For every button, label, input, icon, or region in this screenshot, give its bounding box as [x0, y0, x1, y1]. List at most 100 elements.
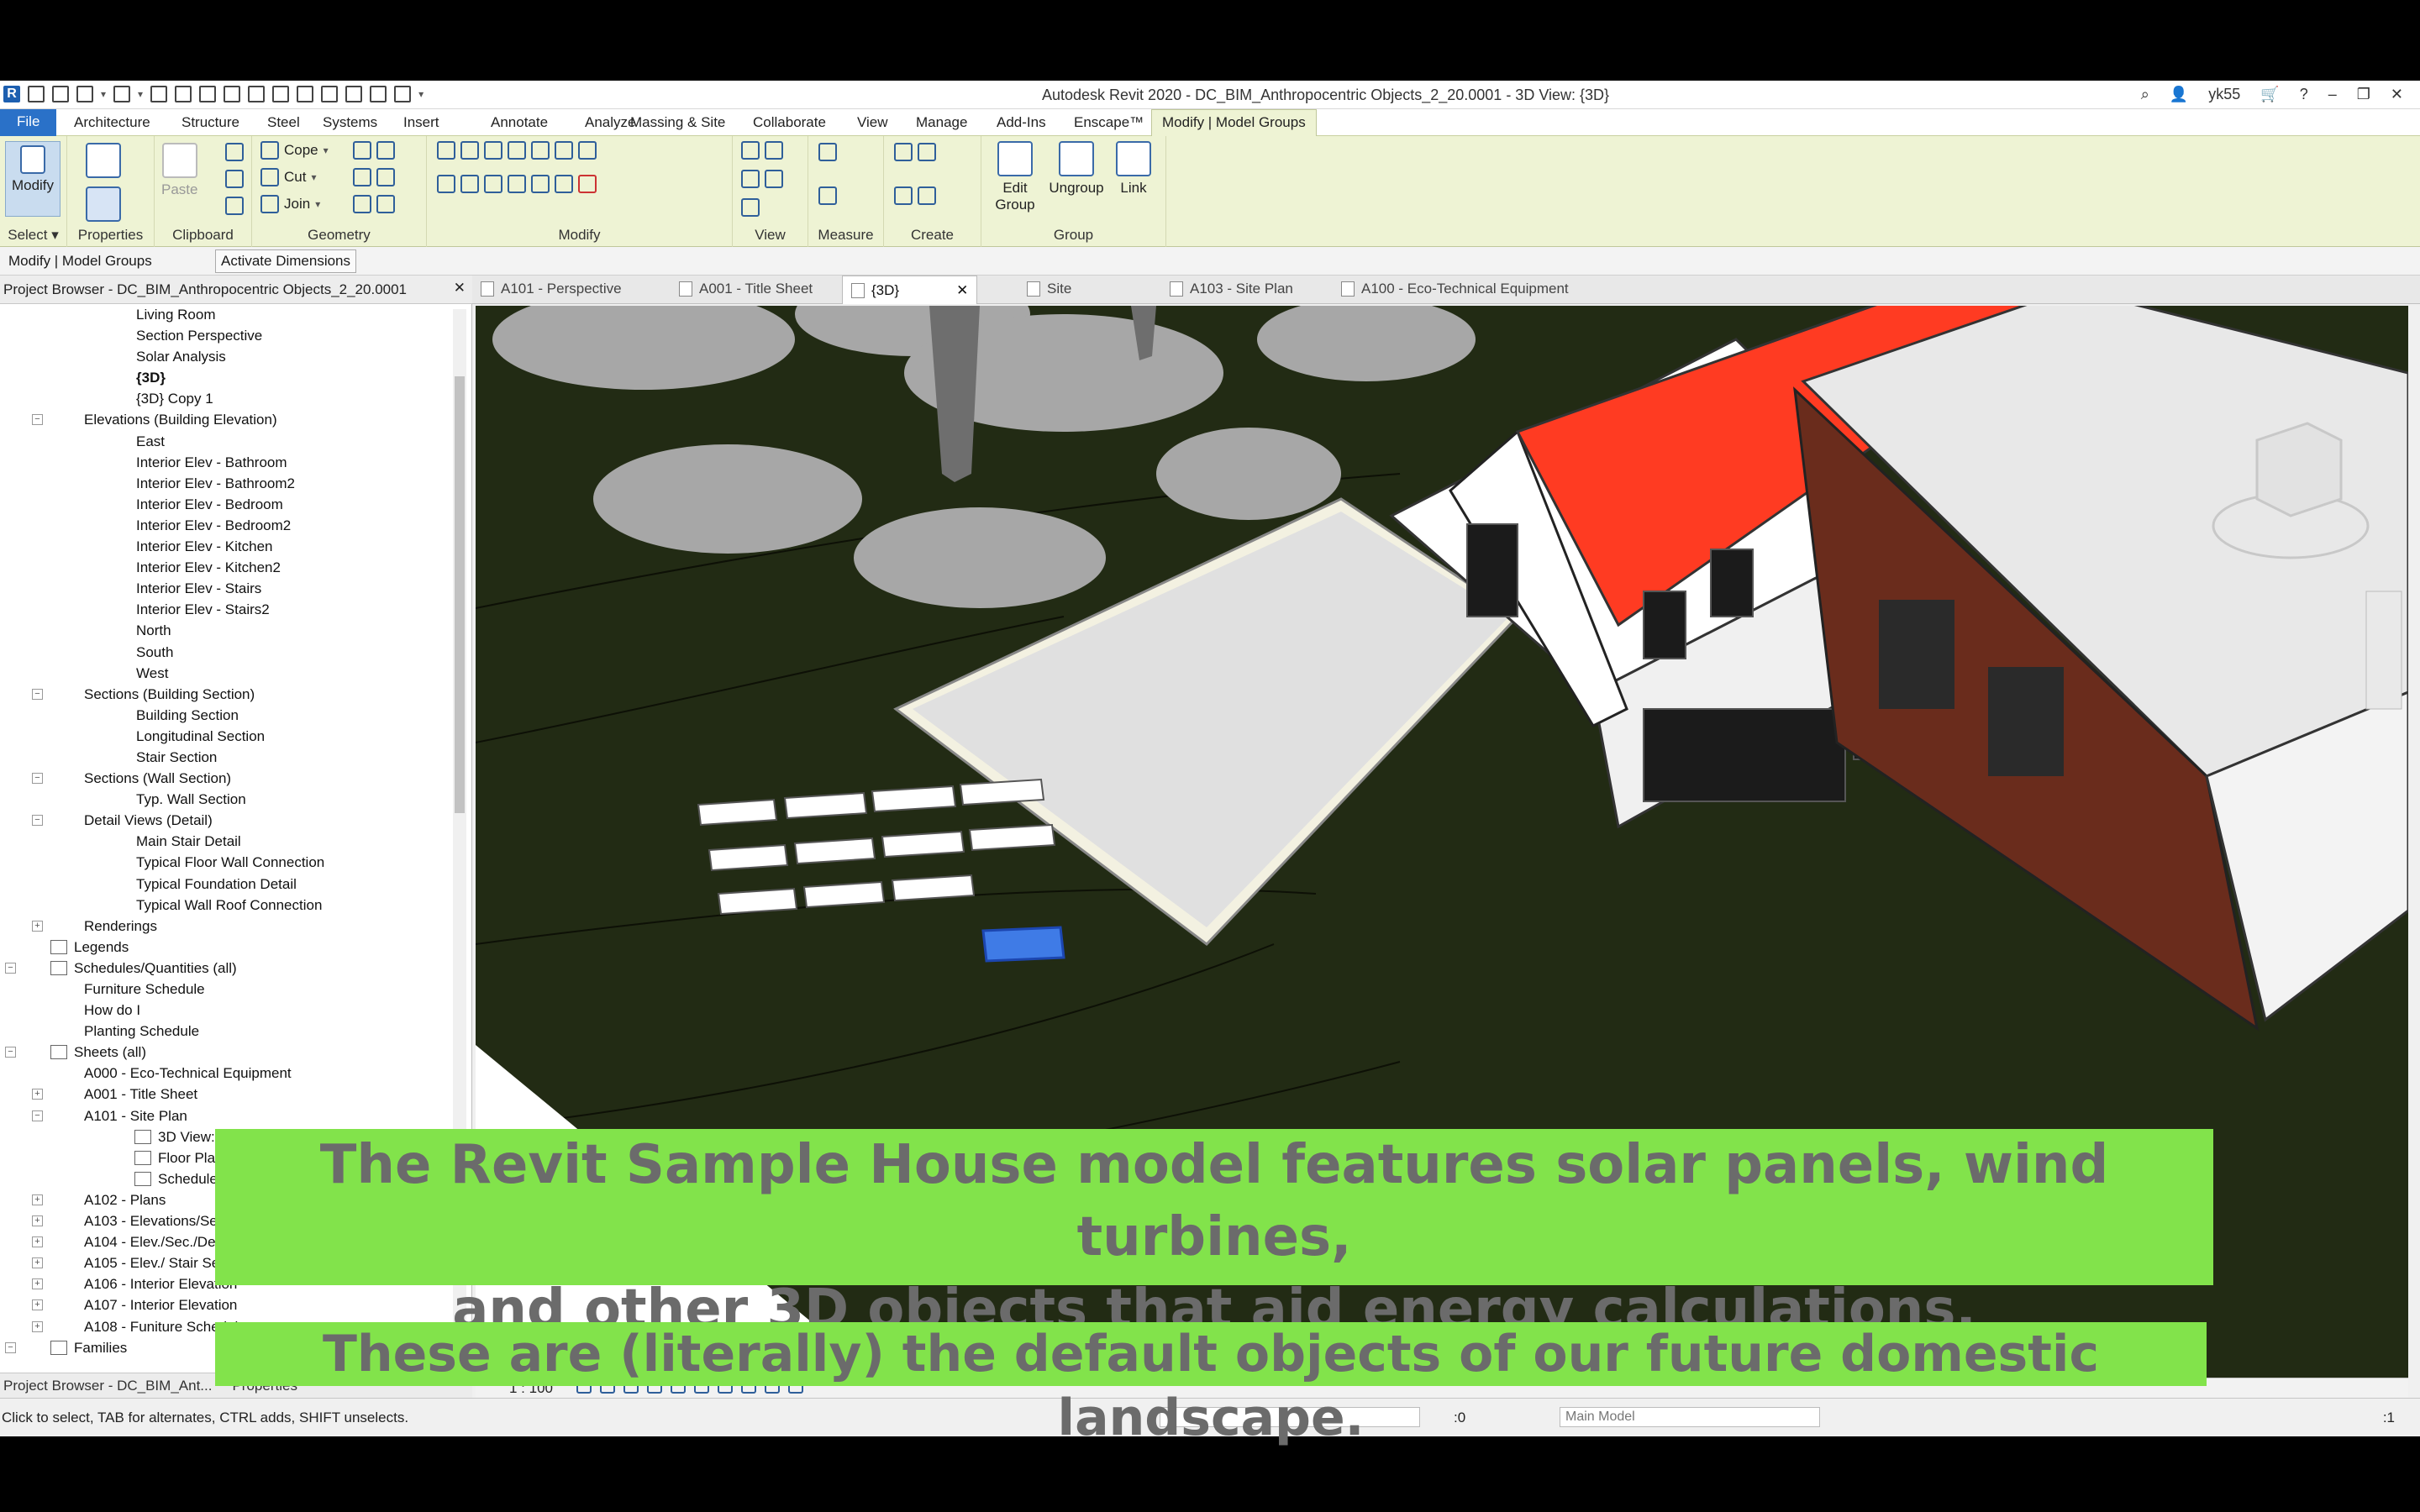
help-icon[interactable]: ?: [2300, 86, 2308, 103]
tree-item[interactable]: Stair Section: [0, 747, 450, 768]
cut-clipboard-button[interactable]: [225, 143, 244, 161]
expand-icon[interactable]: +: [32, 1215, 43, 1227]
collapse-icon[interactable]: −: [32, 414, 43, 426]
tree-item[interactable]: Typical Floor Wall Connection: [0, 852, 450, 873]
cart-icon[interactable]: 🛒: [2260, 86, 2279, 103]
cope-button[interactable]: Cope ▾: [260, 141, 329, 160]
properties-button[interactable]: [86, 186, 121, 225]
tree-item[interactable]: Interior Elev - Bedroom: [0, 494, 450, 515]
tree-item[interactable]: − Detail Views (Detail): [0, 810, 450, 831]
search-icon[interactable]: ⌕: [2141, 86, 2149, 103]
restore-icon[interactable]: ❐: [2357, 86, 2370, 103]
print-icon[interactable]: [175, 86, 192, 102]
minimize-icon[interactable]: –: [2328, 86, 2337, 103]
view-tool-2[interactable]: [741, 170, 783, 188]
switch-windows-icon[interactable]: [394, 86, 412, 102]
close-view-icon[interactable]: ✕: [956, 282, 968, 299]
modify-row-2[interactable]: [437, 175, 597, 193]
tree-item[interactable]: Interior Elev - Bedroom2: [0, 515, 450, 536]
expand-icon[interactable]: +: [32, 1299, 43, 1311]
tree-item[interactable]: Interior Elev - Kitchen2: [0, 557, 450, 578]
close-hidden-icon[interactable]: [370, 86, 387, 102]
3d-view-icon[interactable]: [297, 86, 314, 102]
measure-icon[interactable]: [199, 86, 217, 102]
create-tool-2[interactable]: [894, 186, 936, 205]
open-icon[interactable]: [28, 86, 45, 102]
ribbon-tab-1[interactable]: Architecture: [69, 113, 155, 133]
user-icon[interactable]: 👤: [2170, 86, 2188, 103]
ribbon-tab-11[interactable]: Manage: [911, 113, 972, 133]
view-tab-2[interactable]: {3D} ✕: [842, 276, 978, 304]
expand-icon[interactable]: +: [32, 920, 43, 932]
tree-item[interactable]: Living Room: [0, 304, 450, 325]
ungroup-button[interactable]: Ungroup: [1044, 141, 1109, 197]
expand-icon[interactable]: +: [32, 1089, 43, 1100]
ribbon-tab-0[interactable]: File: [0, 109, 57, 136]
geometry-tool-2[interactable]: [353, 168, 395, 186]
expand-icon[interactable]: +: [32, 1257, 43, 1269]
collapse-icon[interactable]: −: [32, 688, 43, 700]
tree-item[interactable]: Typical Wall Roof Connection: [0, 895, 450, 916]
tree-item[interactable]: A000 - Eco-Technical Equipment: [0, 1063, 450, 1084]
section-icon[interactable]: [321, 86, 339, 102]
select-dropdown[interactable]: Select ▾: [0, 227, 66, 244]
view-tab-0[interactable]: A101 - Perspective: [481, 281, 622, 297]
join-button[interactable]: Join ▾: [260, 195, 320, 213]
tree-item[interactable]: − Schedules/Quantities (all): [0, 958, 450, 979]
tree-item[interactable]: Longitudinal Section: [0, 726, 450, 747]
collapse-icon[interactable]: −: [32, 1110, 43, 1121]
tree-item[interactable]: Interior Elev - Stairs: [0, 578, 450, 599]
tree-item[interactable]: − Sections (Wall Section): [0, 768, 450, 789]
tree-item[interactable]: North: [0, 620, 450, 641]
expand-icon[interactable]: +: [32, 1278, 43, 1290]
paste-button[interactable]: Paste: [161, 143, 197, 198]
ribbon-tab-13[interactable]: Enscape™: [1069, 113, 1149, 133]
type-properties-button[interactable]: [86, 143, 121, 181]
ribbon-tab-5[interactable]: Insert: [398, 113, 445, 133]
tree-item[interactable]: Legends: [0, 937, 450, 958]
view-tab-4[interactable]: A103 - Site Plan: [1170, 281, 1293, 297]
geometry-tool-1[interactable]: [353, 141, 395, 160]
ribbon-tab-14[interactable]: Modify | Model Groups: [1151, 109, 1317, 136]
collapse-icon[interactable]: −: [5, 1341, 16, 1353]
close-icon[interactable]: ✕: [2391, 86, 2403, 103]
ribbon-tab-2[interactable]: Structure: [176, 113, 245, 133]
expand-icon[interactable]: +: [32, 1194, 43, 1205]
modify-button[interactable]: Modify: [5, 141, 60, 217]
link-button[interactable]: Link: [1111, 141, 1156, 197]
tree-item[interactable]: + Renderings: [0, 916, 450, 937]
view-tool-3[interactable]: [741, 198, 760, 217]
ribbon-tab-8[interactable]: Massing & Site: [625, 113, 730, 133]
tree-item[interactable]: − Sheets (all): [0, 1042, 450, 1063]
tree-item[interactable]: + A001 - Title Sheet: [0, 1084, 450, 1105]
text-icon[interactable]: [272, 86, 290, 102]
undo-icon[interactable]: [113, 86, 131, 102]
dimension-button[interactable]: [818, 186, 837, 205]
activate-dimensions-button[interactable]: Activate Dimensions: [215, 249, 357, 273]
edit-group-button[interactable]: Edit Group: [990, 141, 1040, 213]
expand-icon[interactable]: +: [32, 1236, 43, 1248]
filter-count[interactable]: :1: [2383, 1410, 2395, 1426]
thin-lines-icon[interactable]: [345, 86, 363, 102]
user-name[interactable]: yk55: [2208, 86, 2240, 103]
tree-item[interactable]: Interior Elev - Stairs2: [0, 599, 450, 620]
tree-item[interactable]: West: [0, 663, 450, 684]
close-browser-icon[interactable]: ✕: [454, 280, 466, 297]
collapse-icon[interactable]: −: [32, 773, 43, 785]
tree-item[interactable]: Typ. Wall Section: [0, 789, 450, 810]
ribbon-tab-4[interactable]: Systems: [318, 113, 382, 133]
view-tab-5[interactable]: A100 - Eco-Technical Equipment: [1341, 281, 1569, 297]
view-tab-3[interactable]: Site: [1027, 281, 1071, 297]
collapse-icon[interactable]: −: [5, 1047, 16, 1058]
measure-between-button[interactable]: [818, 143, 837, 161]
match-properties-button[interactable]: [225, 197, 244, 215]
tree-item[interactable]: Building Section: [0, 705, 450, 726]
tag-icon[interactable]: [248, 86, 266, 102]
tree-item[interactable]: Typical Foundation Detail: [0, 874, 450, 895]
ribbon-tab-3[interactable]: Steel: [262, 113, 305, 133]
tree-item[interactable]: East: [0, 431, 450, 452]
ribbon-tab-6[interactable]: Annotate: [486, 113, 553, 133]
tree-item[interactable]: {3D} Copy 1: [0, 388, 450, 409]
geometry-tool-3[interactable]: [353, 195, 395, 213]
ribbon-tab-10[interactable]: View: [852, 113, 893, 133]
